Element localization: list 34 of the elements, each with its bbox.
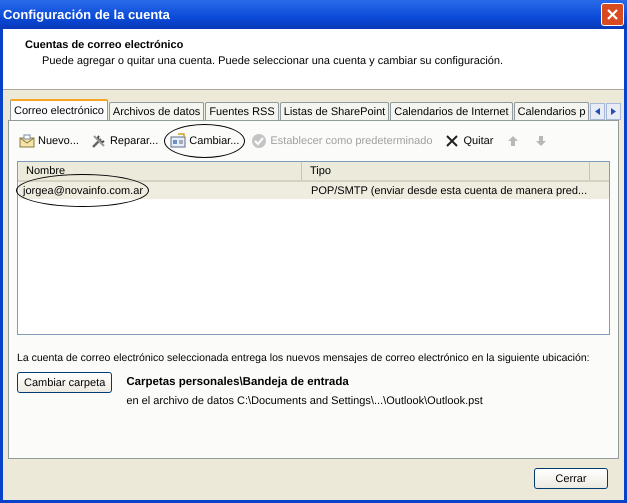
- scroll-left-button[interactable]: [590, 103, 606, 120]
- close-button[interactable]: [601, 3, 624, 26]
- close-icon: [444, 133, 460, 149]
- toolbar-button[interactable]: Reparar...: [90, 133, 158, 149]
- tab[interactable]: Calendarios de Internet: [390, 102, 513, 120]
- folder-path: Carpetas personales\Bandeja de entrada: [126, 376, 350, 388]
- toolbar-button[interactable]: Nuevo...: [19, 133, 79, 149]
- card-icon: [170, 133, 186, 149]
- header-subtitle: Puede agregar o quitar una cuenta. Puede seleccionar una cuenta y cambiar su configuración.: [41, 55, 504, 67]
- table-cell: jorgea@novainfo.com.ar: [23, 184, 144, 196]
- tab[interactable]: Correo electrónico: [10, 99, 108, 120]
- check-circle-icon: [251, 133, 268, 149]
- table-cell: POP/SMTP (enviar desde esta cuenta de manera pred...: [311, 184, 588, 196]
- close-dialog-button[interactable]: Cerrar: [534, 468, 608, 489]
- window-title: Configuración de la cuenta: [3, 7, 170, 22]
- tab[interactable]: Fuentes RSS: [205, 102, 279, 120]
- right-arrow-icon: [611, 108, 616, 115]
- delivery-text: La cuenta de correo electrónico seleccionada entrega los nuevos mensajes de correo electrónico en la siguiente ubicación:: [17, 352, 590, 364]
- left-arrow-icon: [595, 108, 600, 115]
- tab[interactable]: Calendarios p: [514, 102, 590, 120]
- tab[interactable]: Archivos de datos: [108, 102, 204, 120]
- column-header[interactable]: Tipo: [302, 162, 590, 180]
- tab[interactable]: Listas de SharePoint: [280, 102, 390, 120]
- envelope-icon: [19, 133, 35, 149]
- header-title: Cuentas de correo electrónico: [25, 39, 184, 51]
- close-icon: [606, 8, 619, 21]
- toolbar-button[interactable]: Quitar: [444, 133, 494, 149]
- tools-icon: [90, 133, 107, 149]
- change-folder-button[interactable]: Cambiar carpeta: [17, 372, 112, 393]
- scroll-right-button[interactable]: [606, 103, 622, 120]
- account-row[interactable]: jorgea@novainfo.com.ar POP/SMTP (enviar desde esta cuenta de manera pred...: [19, 182, 609, 199]
- column-header[interactable]: Nombre: [18, 162, 302, 180]
- file-path: en el archivo de datos C:\Documents and Settings\...\Outlook\Outlook.pst: [126, 395, 483, 407]
- toolbar-button[interactable]: Cambiar...: [170, 133, 240, 149]
